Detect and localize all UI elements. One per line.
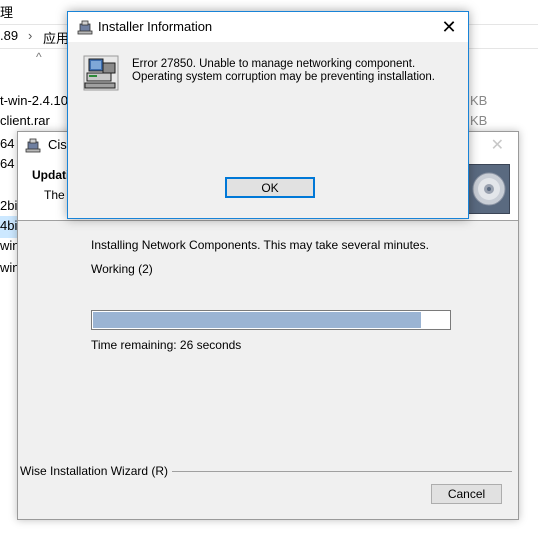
installer-app-icon [25,138,41,153]
sort-chevron-icon[interactable]: ^ [36,50,42,64]
ribbon-label[interactable]: 理 [0,2,13,21]
ok-button[interactable]: OK [225,177,315,198]
installer-app-icon [77,20,93,35]
file-name: 64 [0,136,15,151]
error-message-line: Operating system corruption may be preve… [132,71,435,83]
dialog-titlebar[interactable]: Installer Information ✕ [68,12,468,42]
file-size: KB [470,113,488,128]
wizard-brand-label: Wise Installation Wizard (R) [20,464,173,478]
file-size: KB [470,93,488,108]
file-name: t-win-2.4.10 [0,93,68,108]
progress-fill [93,312,421,328]
file-row[interactable]: t-win-2.4.10 [0,91,70,113]
breadcrumb-folder[interactable]: 应用 [43,28,69,47]
close-icon[interactable]: ✕ [438,16,460,38]
file-name: 64 [0,156,15,171]
close-icon[interactable]: ✕ [491,135,504,155]
installer-information-dialog: Installer Information ✕ Error 27850. Una… [67,11,469,219]
installer-computer-icon [83,55,119,91]
install-progress-bar [91,310,451,330]
wizard-subheading: The [44,188,65,202]
file-name: client.rar [0,113,50,128]
breadcrumb-separator-icon: › [28,28,33,43]
install-status-text: Installing Network Components. This may … [91,238,429,252]
file-name: 4bi [0,218,18,233]
breadcrumb-version[interactable]: .89 [0,28,18,43]
error-message-line: Error 27850. Unable to manage networking… [132,58,416,70]
cancel-button[interactable]: Cancel [431,484,502,504]
file-row[interactable]: client.rar [0,111,70,133]
working-status-text: Working (2) [91,262,153,276]
cd-disc-icon [468,164,510,214]
time-remaining-text: Time remaining: 26 seconds [91,338,242,352]
file-name: 2bi [0,198,18,213]
dialog-title: Installer Information [98,19,213,34]
